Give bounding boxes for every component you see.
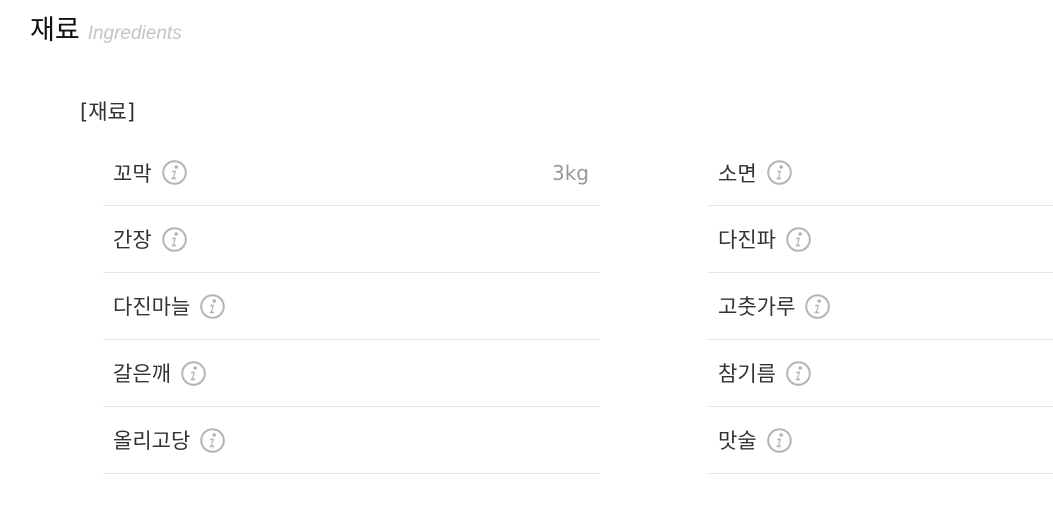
ingredient-name: 올리고당 xyxy=(113,429,191,453)
ingredient-name: 맛술 xyxy=(718,429,757,453)
section-subtitle: Ingredients xyxy=(87,23,182,44)
info-icon[interactable] xyxy=(200,427,226,453)
ingredient-row: 꼬막 3kg xyxy=(103,140,599,206)
info-circle-icon xyxy=(200,427,226,453)
ingredient-row: 다진마늘 xyxy=(103,273,599,340)
info-circle-icon xyxy=(786,360,811,386)
info-icon[interactable] xyxy=(181,360,206,386)
ingredient-row: 참기름 xyxy=(708,340,1053,407)
ingredient-row: 맛술 xyxy=(708,407,1053,474)
ingredient-row: 소면 xyxy=(708,140,1053,206)
ingredient-name: 소면 xyxy=(718,161,757,186)
info-circle-icon xyxy=(181,360,206,386)
ingredient-group-label: [재료] xyxy=(80,100,136,124)
ingredient-row: 고춧가루 xyxy=(708,273,1053,340)
ingredient-name: 다진마늘 xyxy=(113,295,191,319)
info-icon[interactable] xyxy=(200,293,226,319)
ingredient-row: 올리고당 xyxy=(103,407,599,474)
ingredient-name: 참기름 xyxy=(718,362,776,386)
ingredient-name: 고춧가루 xyxy=(718,295,796,319)
info-icon[interactable] xyxy=(805,293,831,319)
info-icon[interactable] xyxy=(161,226,187,252)
info-circle-icon xyxy=(200,293,226,319)
ingredient-name: 다진파 xyxy=(718,228,776,252)
info-circle-icon xyxy=(766,427,792,453)
info-icon[interactable] xyxy=(766,160,792,185)
ingredient-list-left: 꼬막 3kg 간장 다진마늘 갈은깨 올리고당 xyxy=(103,140,599,474)
section-header: 재료 Ingredients xyxy=(30,8,182,48)
info-icon[interactable] xyxy=(786,226,811,252)
section-title: 재료 xyxy=(30,15,80,46)
info-icon[interactable] xyxy=(786,360,811,386)
info-icon[interactable] xyxy=(766,427,792,453)
ingredient-row: 간장 xyxy=(103,206,599,273)
ingredient-name: 간장 xyxy=(113,228,152,252)
info-circle-icon xyxy=(161,160,187,185)
ingredient-name: 갈은깨 xyxy=(113,362,171,386)
ingredient-row: 갈은깨 xyxy=(103,340,599,407)
info-icon[interactable] xyxy=(161,160,187,185)
info-circle-icon xyxy=(786,226,811,252)
ingredient-list-right: 소면 다진파 고춧가루 참기름 맛술 xyxy=(708,140,1053,474)
ingredient-amount: 3kg xyxy=(551,160,589,185)
info-circle-icon xyxy=(805,293,831,319)
ingredient-row: 다진파 xyxy=(708,206,1053,273)
info-circle-icon xyxy=(766,160,792,185)
info-circle-icon xyxy=(161,226,187,252)
ingredient-name: 꼬막 xyxy=(113,161,152,186)
